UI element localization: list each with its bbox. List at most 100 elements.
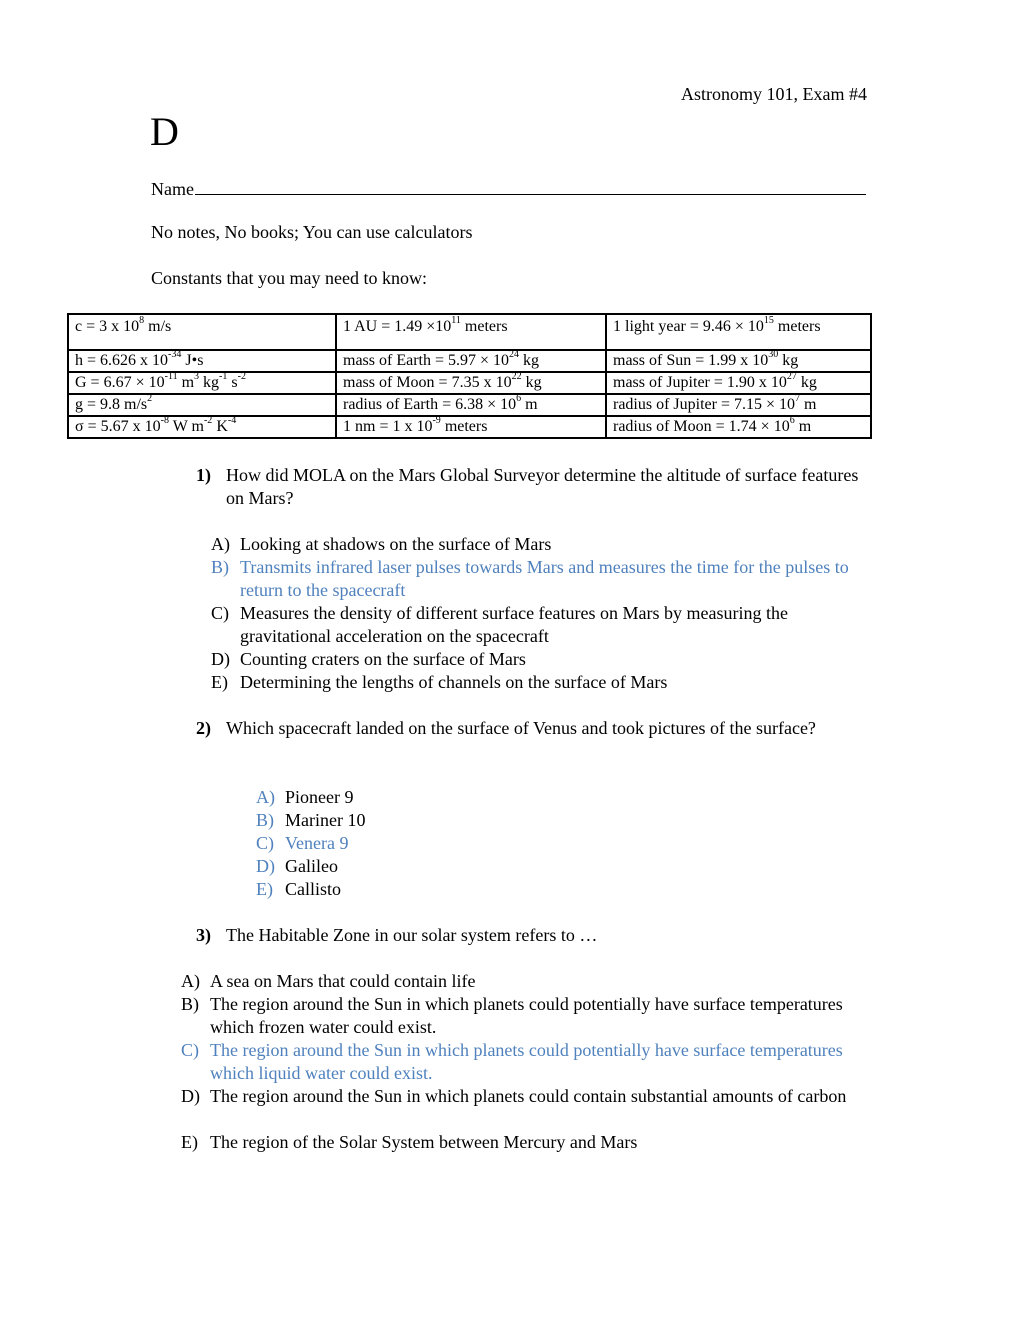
constant-text: 1 AU = 1.49 ×10 — [343, 318, 452, 335]
constant-cell: σ = 5.67 x 10-8 W m-2 K-4 — [67, 415, 337, 439]
option-label: E) — [181, 1132, 198, 1152]
constant-text: m — [521, 396, 538, 413]
option-label: B) — [181, 994, 199, 1014]
constant-cell: 1 light year = 9.46 × 1015 meters — [605, 313, 872, 351]
question-number: 2) — [196, 718, 211, 738]
option-text: Measures the density of different surfac… — [240, 603, 788, 646]
option-label: A) — [256, 787, 275, 807]
option-text: The region around the Sun in which plane… — [210, 1086, 847, 1106]
constant-text: meters — [440, 418, 488, 435]
option-label: E) — [256, 879, 273, 899]
constant-text: kg — [199, 374, 220, 391]
constants-intro: Constants that you may need to know: — [151, 268, 427, 288]
exponent: 22 — [511, 371, 522, 382]
constants-row: c = 3 x 108 m/s 1 AU = 1.49 ×1011 meters 1… — [67, 313, 872, 351]
constant-text: m — [800, 396, 817, 413]
option-text: Determining the lengths of channels on t… — [240, 672, 668, 692]
exponent: 27 — [786, 371, 797, 382]
constant-cell: mass of Sun = 1.99 x 1030 kg — [605, 349, 872, 373]
constant-cell: h = 6.626 x 10-34 J•s — [67, 349, 337, 373]
option-label: C) — [211, 603, 229, 623]
exponent: -9 — [432, 415, 441, 426]
constant-text: m — [794, 418, 812, 435]
exponent: 3 — [194, 371, 200, 382]
constant-cell: mass of Jupiter = 1.90 x 1027 kg — [605, 371, 872, 395]
constants-row: h = 6.626 x 10-34 J•s mass of Earth = 5.9… — [67, 349, 872, 373]
constant-cell: radius of Moon = 1.74 × 106 m — [605, 415, 872, 439]
option-text: Venera 9 — [285, 833, 349, 853]
option-label: B) — [211, 557, 229, 577]
exponent: -1 — [219, 371, 228, 382]
question-text: The Habitable Zone in our solar system r… — [226, 925, 598, 945]
exponent: -34 — [168, 349, 182, 360]
constant-text: kg — [521, 374, 542, 391]
constant-cell: g = 9.8 m/s2 — [67, 393, 337, 417]
constant-text: mass of Jupiter = 1.90 x 10 — [613, 374, 787, 391]
question-text: How did MOLA on the Mars Global Surveyor… — [226, 465, 859, 508]
exponent: 6 — [789, 415, 795, 426]
constant-text: mass of Moon = 7.35 x 10 — [343, 374, 512, 391]
exponent: 8 — [139, 315, 145, 326]
option-label: D) — [256, 856, 275, 876]
exponent: -4 — [227, 415, 237, 426]
option-text: The region around the Sun in which plane… — [210, 1040, 843, 1083]
exponent: -2 — [237, 371, 246, 382]
exponent: 15 — [763, 315, 774, 326]
constant-text: g = 9.8 m/s — [75, 396, 148, 413]
exponent: -11 — [164, 371, 178, 382]
constant-cell: c = 3 x 108 m/s — [67, 313, 337, 351]
constant-text: mass of Earth = 5.97 × 10 — [343, 352, 510, 369]
constant-text: radius of Moon = 1.74 × 10 — [613, 418, 790, 435]
name-blank[interactable] — [194, 176, 866, 195]
course-title: Astronomy 101, Exam #4 — [681, 84, 867, 104]
constant-text: kg — [778, 352, 799, 369]
constant-cell: mass of Moon = 7.35 x 1022 kg — [335, 371, 607, 395]
constant-text: W m — [169, 418, 204, 435]
option-label: B) — [256, 810, 274, 830]
name-label: Name — [151, 179, 194, 199]
option-text: A sea on Mars that could contain life — [210, 971, 476, 991]
constant-text: m/s — [144, 318, 172, 335]
constant-text: 1 light year = 9.46 × 10 — [613, 318, 764, 335]
constant-text: meters — [460, 318, 508, 335]
constant-text: m — [177, 374, 195, 391]
option-text: Looking at shadows on the surface of Mar… — [240, 534, 552, 554]
option-text: Counting craters on the surface of Mars — [240, 649, 526, 669]
instructions: No notes, No books; You can use calculat… — [151, 222, 473, 242]
constants-row: g = 9.8 m/s2 radius of Earth = 6.38 × 106… — [67, 393, 872, 417]
constant-text: K — [212, 418, 228, 435]
option-text: Pioneer 9 — [285, 787, 354, 807]
constant-text: radius of Jupiter = 7.15 × 10 — [613, 396, 796, 413]
name-field[interactable]: Name — [151, 176, 866, 200]
exponent: 11 — [451, 315, 461, 326]
question-number: 3) — [196, 925, 211, 945]
constant-text: mass of Sun = 1.99 x 10 — [613, 352, 769, 369]
exponent: 2 — [147, 393, 153, 404]
option-text: Transmits infrared laser pulses towards … — [240, 557, 849, 600]
exam-version: D — [150, 109, 179, 154]
exponent: 6 — [516, 393, 522, 404]
option-label: D) — [181, 1086, 200, 1106]
constants-table: c = 3 x 108 m/s 1 AU = 1.49 ×1011 meters 1… — [67, 313, 872, 439]
constant-text: c = 3 x 10 — [75, 318, 140, 335]
exponent: 30 — [768, 349, 779, 360]
option-text: Mariner 10 — [285, 810, 366, 830]
constant-text: σ = 5.67 x 10 — [75, 418, 161, 435]
constant-text: h = 6.626 x 10 — [75, 352, 169, 369]
option-label: D) — [211, 649, 230, 669]
question-text: Which spacecraft landed on the surface o… — [226, 718, 816, 738]
constant-cell: radius of Earth = 6.38 × 106 m — [335, 393, 607, 417]
constant-cell: 1 nm = 1 x 10-9 meters — [335, 415, 607, 439]
constant-text: kg — [796, 374, 817, 391]
constant-text: s — [227, 374, 238, 391]
constants-row: σ = 5.67 x 10-8 W m-2 K-4 1 nm = 1 x 10-9… — [67, 415, 872, 439]
constant-text: meters — [773, 318, 821, 335]
option-label: E) — [211, 672, 228, 692]
constant-text: kg — [519, 352, 540, 369]
option-label: A) — [181, 971, 200, 991]
constant-text: radius of Earth = 6.38 × 10 — [343, 396, 517, 413]
exponent: 7 — [795, 393, 801, 404]
constant-cell: radius of Jupiter = 7.15 × 107 m — [605, 393, 872, 417]
exponent: -2 — [203, 415, 213, 426]
constant-text: 1 nm = 1 x 10 — [343, 418, 433, 435]
